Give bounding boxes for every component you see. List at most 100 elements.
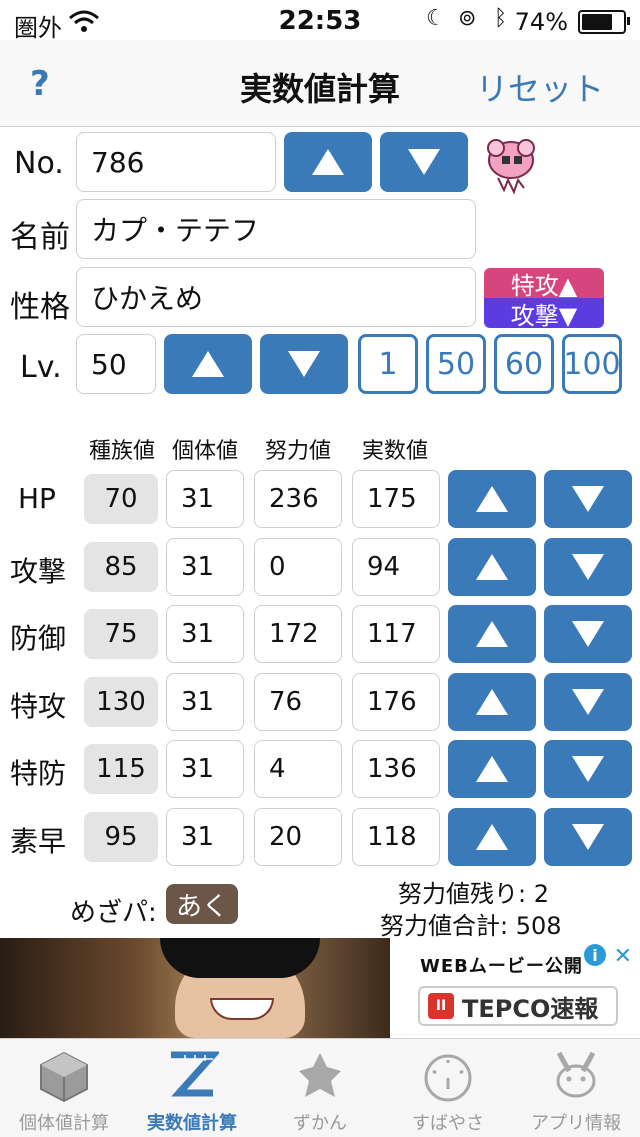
ev-total: 努力値合計: 508 [380, 912, 562, 940]
actual-input[interactable]: 94 [352, 538, 440, 596]
z-ruler-icon [171, 1051, 219, 1097]
header-ev: 努力値 [264, 439, 331, 464]
down-arrow-icon [572, 486, 604, 512]
level-decrement-button[interactable] [260, 334, 348, 394]
battery-icon [578, 10, 630, 34]
up-arrow-icon [476, 689, 508, 715]
ad-hair [160, 938, 320, 978]
stat-decrement-button[interactable] [544, 673, 632, 731]
actual-input[interactable]: 176 [352, 673, 440, 731]
rotation-lock-icon: ⊚ [458, 6, 477, 31]
iv-input[interactable]: 31 [166, 740, 244, 798]
actual-input[interactable]: 118 [352, 808, 440, 866]
actual-input[interactable]: 136 [352, 740, 440, 798]
stat-increment-button[interactable] [448, 808, 536, 866]
stat-increment-button[interactable] [448, 538, 536, 596]
ev-input[interactable]: 0 [254, 538, 342, 596]
stat-increment-button[interactable] [448, 605, 536, 663]
stat-increment-button[interactable] [448, 740, 536, 798]
iv-input[interactable]: 31 [166, 470, 244, 528]
hidden-power-badge: あく [166, 884, 239, 924]
level-preset-100[interactable]: 100 [562, 334, 622, 394]
ad-brand-logo: II TEPCO速報 [418, 986, 618, 1026]
stat-increment-button[interactable] [448, 470, 536, 528]
ev-input[interactable]: 4 [254, 740, 342, 798]
level-increment-button[interactable] [164, 334, 252, 394]
down-arrow-icon [572, 756, 604, 782]
up-arrow-icon [312, 149, 344, 175]
no-input[interactable]: 786 [76, 132, 276, 192]
ev-input[interactable]: 20 [254, 808, 342, 866]
no-increment-button[interactable] [284, 132, 372, 192]
base-stat-value: 130 [84, 677, 158, 727]
nature-up-badge: 特攻▲ [484, 268, 604, 300]
level-preset-50[interactable]: 50 [426, 334, 486, 394]
tab-iv-calc[interactable]: 個体値計算 [0, 1039, 128, 1137]
actual-input[interactable]: 175 [352, 470, 440, 528]
stat-name: HP [18, 482, 56, 515]
ev-input[interactable]: 76 [254, 673, 342, 731]
iv-input[interactable]: 31 [166, 605, 244, 663]
ev-input[interactable]: 236 [254, 470, 342, 528]
stat-decrement-button[interactable] [544, 740, 632, 798]
ad-banner[interactable]: WEBムービー公開 i ✕ II TEPCO速報 [0, 938, 640, 1038]
ad-info-icon[interactable]: i [584, 944, 606, 966]
ad-brand-text: TEPCO速報 [462, 994, 599, 1023]
level-label: Lv. [20, 350, 62, 385]
tab-speed[interactable]: すばやさ [384, 1039, 512, 1137]
nav-bar: ? 実数値計算 リセット [0, 40, 640, 127]
tab-label: アプリ情報 [531, 1113, 621, 1134]
up-arrow-icon [476, 756, 508, 782]
iv-input[interactable]: 31 [166, 673, 244, 731]
iv-input[interactable]: 31 [166, 538, 244, 596]
tab-app-info[interactable]: アプリ情報 [512, 1039, 640, 1137]
name-label: 名前 [10, 220, 70, 255]
hidden-power-label: めざパ: [70, 898, 157, 928]
tab-actual-calc[interactable]: 実数値計算 [128, 1039, 256, 1137]
nature-label: 性格 [10, 290, 70, 325]
stat-name: 素早 [10, 825, 67, 858]
level-preset-1[interactable]: 1 [358, 334, 418, 394]
tab-pokedex[interactable]: ずかん [256, 1039, 384, 1137]
tepco-mark-icon: II [428, 993, 454, 1019]
ad-headline: WEBムービー公開 [420, 956, 583, 977]
no-decrement-button[interactable] [380, 132, 468, 192]
down-arrow-icon [408, 149, 440, 175]
down-arrow-icon [572, 689, 604, 715]
level-input[interactable]: 50 [76, 334, 156, 394]
battery-percent: 74% [514, 8, 568, 36]
no-label: No. [14, 146, 64, 181]
down-arrow-icon [572, 621, 604, 647]
iv-input[interactable]: 31 [166, 808, 244, 866]
status-bar: 圏外 22:53 ☾ ⊚ ᛒ 74% [0, 0, 640, 42]
stat-decrement-button[interactable] [544, 538, 632, 596]
down-arrow-icon [572, 824, 604, 850]
cube-icon [40, 1051, 88, 1103]
ev-input[interactable]: 172 [254, 605, 342, 663]
stat-decrement-button[interactable] [544, 605, 632, 663]
stat-name: 特防 [10, 757, 67, 790]
stat-name: 特攻 [10, 690, 67, 723]
tab-label: ずかん [293, 1113, 347, 1134]
base-stat-value: 85 [84, 542, 158, 592]
stat-increment-button[interactable] [448, 673, 536, 731]
up-arrow-icon [476, 621, 508, 647]
actual-input[interactable]: 117 [352, 605, 440, 663]
tab-label: すばやさ [412, 1113, 484, 1134]
ev-remaining: 努力値残り: 2 [398, 880, 549, 908]
pokemon-sprite-icon [487, 139, 535, 195]
tab-label: 実数値計算 [147, 1113, 237, 1134]
level-preset-60[interactable]: 60 [494, 334, 554, 394]
ad-close-icon[interactable]: ✕ [614, 944, 632, 969]
pokemon-silhouette-icon [299, 1053, 341, 1097]
stat-name: 防御 [10, 622, 67, 655]
name-input[interactable]: カプ・テテフ [76, 199, 476, 259]
stat-decrement-button[interactable] [544, 470, 632, 528]
tab-bar: 個体値計算 実数値計算 ずかん すばやさ アプリ情報 [0, 1038, 640, 1137]
stat-decrement-button[interactable] [544, 808, 632, 866]
nature-input[interactable]: ひかえめ [76, 267, 476, 327]
up-arrow-icon [192, 351, 224, 377]
reset-button[interactable]: リセット [476, 64, 604, 110]
base-stat-value: 75 [84, 609, 158, 659]
up-arrow-icon [476, 554, 508, 580]
